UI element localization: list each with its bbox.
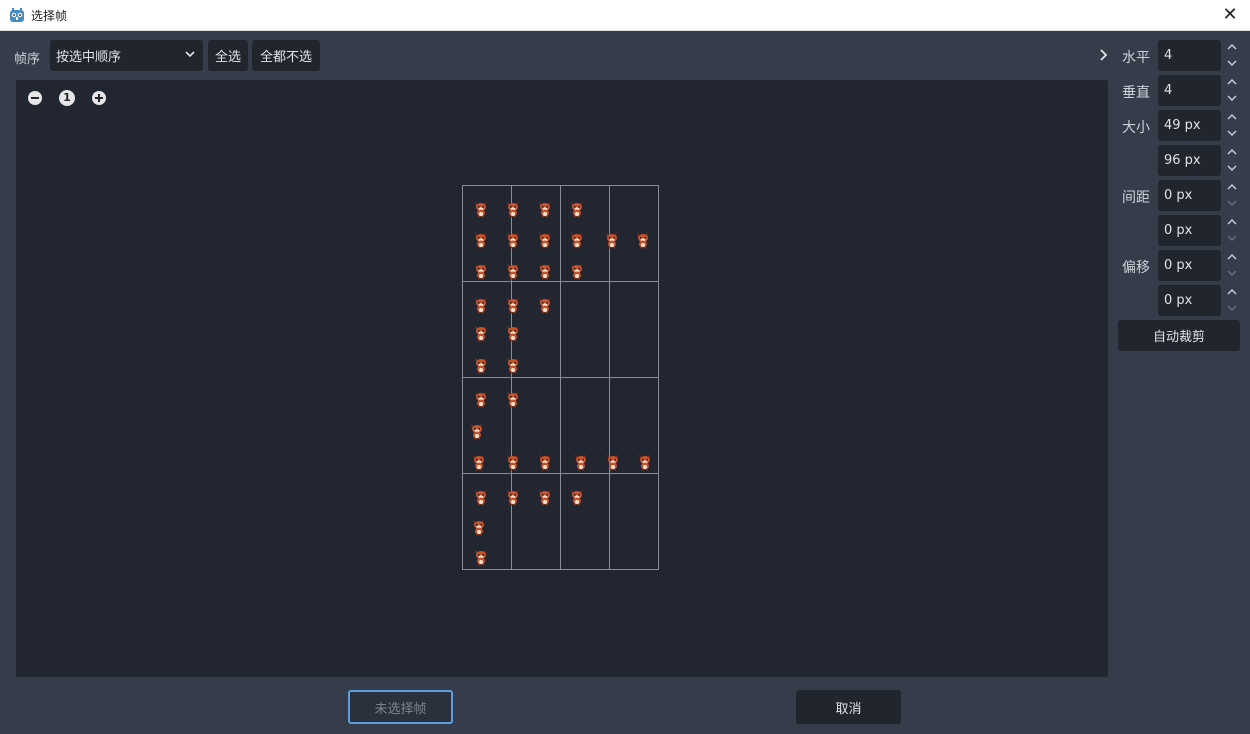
fox-sprite-frame[interactable] (503, 486, 523, 506)
chevron-down-icon (185, 51, 195, 58)
size-x-spinbox[interactable]: 49 px (1158, 110, 1221, 141)
fox-sprite-frame[interactable] (503, 451, 523, 471)
add-frames-button[interactable]: 未选择帧 (348, 690, 453, 724)
close-icon[interactable]: ✕ (1220, 5, 1240, 25)
spin-arrows-icon[interactable] (1226, 110, 1238, 141)
horizontal-spinbox[interactable]: 4 (1158, 40, 1221, 71)
vertical-label: 垂直 (1122, 85, 1150, 101)
fox-sprite-frame[interactable] (471, 322, 491, 342)
spin-arrows-icon[interactable] (1226, 145, 1238, 176)
grid-line (463, 281, 658, 282)
separation-y-spinbox[interactable]: 0 px (1158, 215, 1221, 246)
fox-sprite-frame[interactable] (471, 486, 491, 506)
fox-sprite-frame[interactable] (635, 451, 655, 471)
spin-arrows-icon[interactable] (1226, 40, 1238, 71)
fox-sprite-frame[interactable] (603, 451, 623, 471)
sprite-sheet[interactable] (462, 185, 659, 570)
fox-sprite-frame[interactable] (503, 354, 523, 374)
fox-sprite-frame[interactable] (503, 229, 523, 249)
auto-slice-button[interactable]: 自动裁剪 (1118, 320, 1240, 351)
fox-sprite-frame[interactable] (471, 354, 491, 374)
fox-sprite-frame[interactable] (471, 198, 491, 218)
spin-arrows-icon[interactable] (1226, 250, 1238, 281)
fox-sprite-frame[interactable] (535, 294, 555, 314)
fox-sprite-frame[interactable] (471, 546, 491, 566)
fox-sprite-frame[interactable] (535, 486, 555, 506)
frame-order-dropdown[interactable]: 按选中顺序 (50, 40, 203, 71)
fox-sprite-frame[interactable] (567, 486, 587, 506)
grid-line (463, 377, 658, 378)
fox-sprite-frame[interactable] (567, 260, 587, 280)
fox-sprite-frame[interactable] (503, 322, 523, 342)
fox-sprite-frame[interactable] (467, 420, 487, 440)
fox-sprite-frame[interactable] (471, 294, 491, 314)
zoom-in-icon[interactable] (91, 90, 107, 106)
spin-arrows-icon[interactable] (1226, 285, 1238, 316)
offset-label: 偏移 (1122, 260, 1150, 276)
separation-x-spinbox[interactable]: 0 px (1158, 180, 1221, 211)
window-title: 选择帧 (31, 8, 68, 23)
chevron-right-icon[interactable] (1098, 45, 1110, 65)
fox-sprite-frame[interactable] (535, 260, 555, 280)
fox-sprite-frame[interactable] (503, 198, 523, 218)
fox-sprite-frame[interactable] (567, 198, 587, 218)
zoom-reset-button[interactable]: 1 (59, 90, 75, 106)
cancel-button[interactable]: 取消 (796, 690, 901, 724)
fox-sprite-frame[interactable] (633, 229, 653, 249)
vertical-spinbox[interactable]: 4 (1158, 75, 1221, 106)
size-label: 大小 (1122, 120, 1150, 136)
offset-y-spinbox[interactable]: 0 px (1158, 285, 1221, 316)
fox-sprite-frame[interactable] (503, 260, 523, 280)
fox-sprite-frame[interactable] (469, 451, 489, 471)
fox-sprite-frame[interactable] (535, 229, 555, 249)
select-all-button[interactable]: 全选 (208, 40, 248, 71)
spin-arrows-icon[interactable] (1226, 180, 1238, 211)
horizontal-label: 水平 (1122, 50, 1150, 66)
fox-sprite-frame[interactable] (503, 294, 523, 314)
fox-sprite-frame[interactable] (471, 260, 491, 280)
fox-sprite-frame[interactable] (567, 229, 587, 249)
fox-sprite-frame[interactable] (535, 198, 555, 218)
offset-x-spinbox[interactable]: 0 px (1158, 250, 1221, 281)
fox-sprite-frame[interactable] (602, 229, 622, 249)
fox-sprite-frame[interactable] (571, 451, 591, 471)
select-none-button[interactable]: 全都不选 (252, 40, 320, 71)
size-y-spinbox[interactable]: 96 px (1158, 145, 1221, 176)
godot-app-icon (10, 8, 24, 22)
fox-sprite-frame[interactable] (471, 388, 491, 408)
separation-label: 间距 (1122, 190, 1150, 206)
fox-sprite-frame[interactable] (503, 388, 523, 408)
grid-line (463, 473, 658, 474)
frame-order-value: 按选中顺序 (56, 50, 122, 65)
zoom-out-icon[interactable] (27, 90, 43, 106)
fox-sprite-frame[interactable] (471, 229, 491, 249)
spin-arrows-icon[interactable] (1226, 75, 1238, 106)
fox-sprite-frame[interactable] (535, 451, 555, 471)
spin-arrows-icon[interactable] (1226, 215, 1238, 246)
fox-sprite-frame[interactable] (469, 516, 489, 536)
sprite-sheet-canvas[interactable]: 1 (16, 80, 1108, 677)
title-bar: 选择帧 ✕ (0, 0, 1250, 31)
frame-order-label: 帧序 (14, 52, 41, 67)
